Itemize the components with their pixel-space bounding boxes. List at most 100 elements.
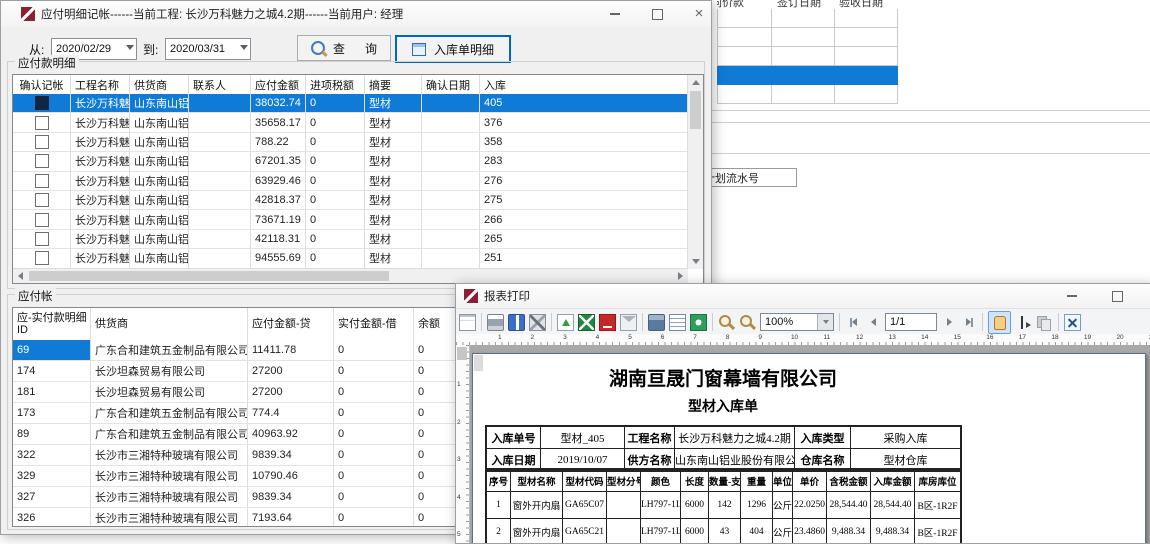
account-column-header-2[interactable]: 供货商	[91, 308, 248, 340]
tax-cell: 0	[306, 152, 365, 170]
copy-page-icon[interactable]	[1036, 314, 1053, 331]
scroll-right-button[interactable]	[673, 268, 688, 283]
chevron-down-icon[interactable]	[817, 314, 833, 330]
horizontal-scrollbar[interactable]	[13, 268, 688, 283]
account-credit-cell: 27200	[248, 382, 334, 402]
summary-cell: 型材	[365, 191, 422, 209]
column-header-8[interactable]: 确认日期	[422, 75, 480, 94]
confirm-checkbox[interactable]	[35, 232, 49, 246]
amount-cell: 38032.74	[251, 94, 306, 112]
confirm-checkbox[interactable]	[35, 154, 49, 168]
account-column-header-4[interactable]: 实付金额-借	[334, 308, 414, 340]
table-row[interactable]: 长沙万科魅力...山东南山铝业...63929.460型材276	[13, 172, 688, 191]
close-button[interactable]: ×	[683, 1, 712, 27]
report-minimize-button[interactable]	[1056, 284, 1088, 308]
zoom-level-combo[interactable]: 100%	[760, 313, 834, 331]
first-page-button[interactable]	[845, 314, 861, 330]
table-row[interactable]: 长沙万科魅力...山东南山铝业...94555.690型材251	[13, 249, 688, 268]
ruler-number: 2	[531, 334, 535, 341]
table-row[interactable]: 长沙万科魅力...山东南山铝业...73671.190型材266	[13, 210, 688, 229]
column-header-1[interactable]: 确认记帐	[13, 75, 71, 94]
plan-serial-field[interactable]: 计划流水号	[700, 168, 797, 187]
confirm-checkbox[interactable]	[35, 96, 49, 110]
account-id-cell: 327	[13, 487, 91, 507]
to-date-combo[interactable]: 2020/03/31	[165, 38, 251, 60]
scroll-left-button[interactable]	[13, 268, 28, 283]
query-button[interactable]: 查 询	[297, 35, 391, 61]
confirm-checkbox[interactable]	[35, 135, 49, 149]
confirm-checkbox[interactable]	[35, 116, 49, 130]
page-setup-icon[interactable]	[459, 314, 476, 331]
export-archive-icon[interactable]	[648, 314, 665, 331]
column-header-3[interactable]: 供货商	[130, 75, 189, 94]
export-html-icon[interactable]	[690, 314, 707, 331]
checkbox-cell	[13, 210, 71, 228]
close-preview-icon[interactable]	[1064, 314, 1081, 331]
background-table-row[interactable]	[717, 66, 898, 85]
table-row[interactable]: 长沙万科魅力...山东南山铝业...35658.170型材376	[13, 113, 688, 132]
confirm-checkbox[interactable]	[35, 193, 49, 207]
detail-cell: 9,488.34	[871, 519, 915, 544]
column-header-9[interactable]: 入库	[480, 75, 688, 94]
vertical-scrollbar[interactable]	[687, 75, 703, 269]
report-close-button[interactable]: ×	[1142, 284, 1150, 308]
column-header-7[interactable]: 摘要	[365, 75, 422, 94]
column-header-4[interactable]: 联系人	[189, 75, 251, 94]
export-pdf-icon[interactable]	[599, 314, 616, 331]
background-table-row[interactable]	[717, 28, 898, 47]
detail-cell: 6000	[681, 492, 709, 519]
summary-cell: 型材	[365, 133, 422, 151]
hand-tool-button[interactable]	[988, 311, 1011, 334]
export-mail-icon[interactable]	[620, 314, 637, 331]
minimize-button[interactable]	[599, 1, 631, 27]
column-header-6[interactable]: 进项税额	[306, 75, 365, 94]
table-row[interactable]: 长沙万科魅力...山东南山铝业...788.220型材358	[13, 133, 688, 152]
background-table-row[interactable]	[717, 47, 898, 66]
export-icon[interactable]	[557, 314, 574, 331]
report-maximize-button[interactable]	[1101, 284, 1133, 308]
confirm-checkbox[interactable]	[35, 213, 49, 227]
book-icon[interactable]	[508, 314, 525, 331]
amount-cell: 788.22	[251, 133, 306, 151]
report-window-titlebar[interactable]: 报表打印	[456, 284, 1150, 308]
text-select-icon[interactable]	[1015, 314, 1032, 331]
table-row[interactable]: 长沙万科魅力...山东南山铝业...67201.350型材283	[13, 152, 688, 171]
next-page-button[interactable]	[941, 314, 957, 330]
scroll-down-button[interactable]	[688, 254, 703, 269]
export-excel-icon[interactable]	[578, 314, 595, 331]
account-column-header-1[interactable]: 应-实付款明细ID	[13, 308, 91, 340]
background-table-row[interactable]	[717, 85, 898, 104]
zoom-in-icon[interactable]	[718, 314, 735, 331]
tools-icon[interactable]	[529, 314, 546, 331]
zoom-out-icon[interactable]	[739, 314, 756, 331]
scroll-up-button[interactable]	[688, 75, 703, 90]
table-row[interactable]: 长沙万科魅力...山东南山铝业...42118.310型材265	[13, 230, 688, 249]
checkbox-cell	[13, 133, 71, 151]
print-preview-area[interactable]: 12345 湖南亘晟门窗幕墙有限公司 型材入库单 入库单号型材_405工程名称长…	[456, 345, 1150, 543]
table-row[interactable]: 长沙万科魅力...山东南山铝业...38032.740型材405	[13, 94, 688, 113]
prev-page-button[interactable]	[865, 314, 881, 330]
bg-cell	[835, 66, 898, 85]
maximize-button[interactable]	[641, 1, 673, 27]
account-debit-cell: 0	[334, 382, 414, 402]
inbound-no-cell: 266	[480, 210, 688, 228]
table-row[interactable]: 长沙万科魅力...山东南山铝业...42818.370型材275	[13, 191, 688, 210]
page-indicator-box[interactable]: 1/1	[885, 313, 937, 331]
info-label: 入库类型	[795, 427, 851, 449]
last-page-button[interactable]	[961, 314, 977, 330]
confirm-checkbox[interactable]	[35, 174, 49, 188]
print-icon[interactable]	[487, 314, 504, 331]
confirm-date-cell	[422, 94, 480, 112]
horizontal-scroll-thumb[interactable]	[29, 271, 389, 281]
ruler-scroll-thumb[interactable]	[457, 347, 467, 360]
background-table-row[interactable]	[717, 9, 898, 28]
inbound-detail-button[interactable]: 入库单明细	[395, 35, 511, 63]
column-header-2[interactable]: 工程名称	[71, 75, 130, 94]
bg-cell	[717, 28, 772, 47]
export-doc-icon[interactable]	[669, 314, 686, 331]
vertical-scroll-thumb[interactable]	[690, 91, 701, 129]
account-column-header-3[interactable]: 应付金额-贷	[248, 308, 334, 340]
divider	[700, 122, 1150, 123]
confirm-checkbox[interactable]	[35, 251, 49, 265]
column-header-5[interactable]: 应付金额	[251, 75, 306, 94]
